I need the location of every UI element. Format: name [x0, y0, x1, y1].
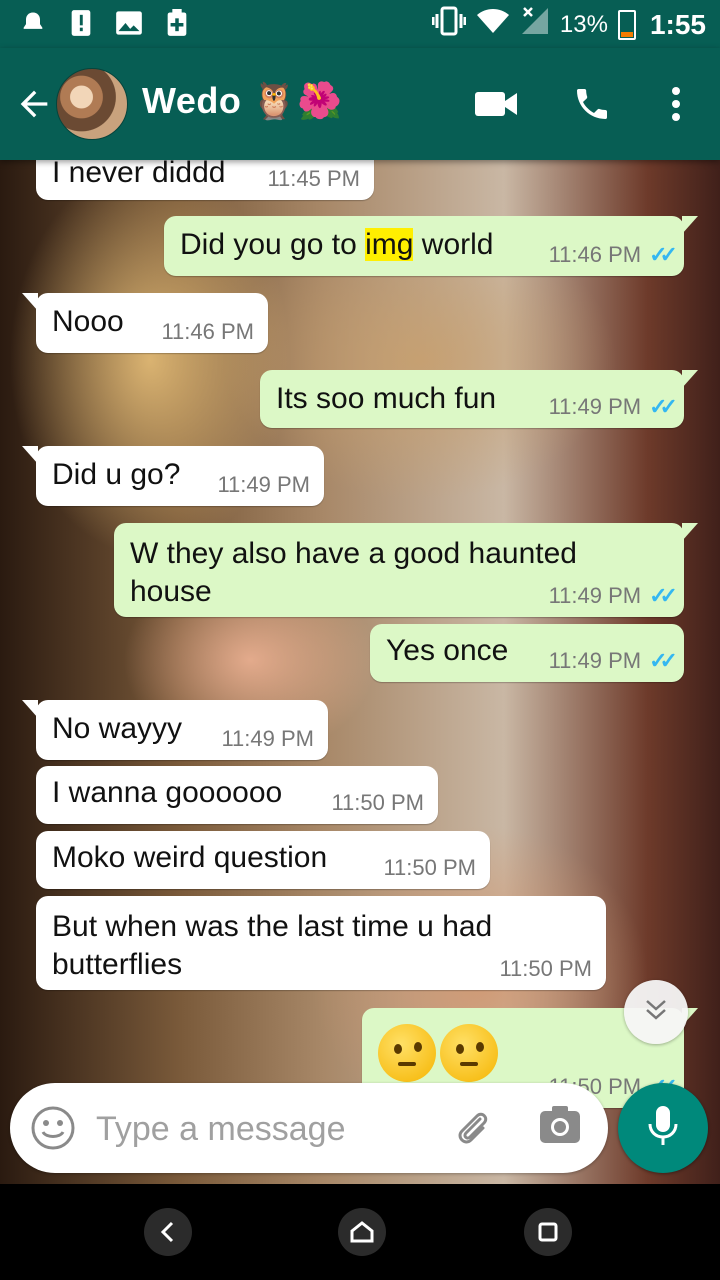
scroll-to-bottom-button[interactable]: [624, 980, 688, 1044]
vibrate-icon: [431, 6, 467, 43]
message-time: 11:50 PM: [499, 956, 592, 981]
paperclip-icon[interactable]: [450, 1105, 498, 1153]
message-time: 11:49 PM: [548, 394, 642, 419]
double-check-icon: ✓✓: [649, 583, 678, 608]
nav-home-icon[interactable]: [338, 1208, 386, 1256]
message-bubble[interactable]: I wanna goooooo 11:50 PM: [36, 766, 438, 824]
battery-icon: [617, 9, 636, 40]
message-time: 11:50 PM: [331, 790, 424, 815]
highlighted-text: img: [365, 228, 414, 261]
signal-icon: [520, 6, 550, 43]
arrow-left-icon[interactable]: [14, 84, 54, 124]
notification-icon: [18, 8, 48, 38]
contact-name[interactable]: Wedo 🦉🌺: [142, 80, 342, 122]
chat-toolbar: Wedo 🦉🌺: [0, 48, 720, 160]
message-bubble[interactable]: W they also have a good haunted house 11…: [114, 523, 698, 617]
message-time: 11:46 PM: [548, 242, 642, 267]
wifi-icon: [476, 7, 510, 42]
status-time: 1:55: [649, 8, 706, 40]
double-check-icon: ✓✓: [649, 242, 678, 267]
message-bubble[interactable]: Nooo 11:46 PM: [22, 293, 268, 353]
message-time: 11:49 PM: [221, 726, 314, 751]
double-chevron-down-icon: [642, 996, 670, 1029]
more-vert-icon[interactable]: [652, 80, 700, 128]
message-bubble[interactable]: Did you go to img world 11:46 PM ✓✓: [164, 216, 698, 276]
thinking-face-icon: [378, 1024, 436, 1082]
message-time: 11:50 PM: [383, 855, 476, 880]
video-call-icon[interactable]: [472, 80, 520, 128]
gallery-icon: [114, 8, 144, 38]
smiley-icon[interactable]: [30, 1105, 76, 1151]
alert-icon: [66, 8, 96, 38]
system-nav-bar: [0, 1184, 720, 1280]
microphone-button[interactable]: [618, 1083, 708, 1173]
message-time: 11:49 PM: [548, 648, 642, 673]
avatar[interactable]: [56, 68, 128, 140]
nav-recents-icon[interactable]: [524, 1208, 572, 1256]
chat-area[interactable]: I never diddd 11:45 PM Did you go to img…: [0, 160, 720, 1184]
health-icon: [162, 8, 192, 38]
nav-back-icon[interactable]: [144, 1208, 192, 1256]
double-check-icon: ✓✓: [649, 394, 678, 419]
phone-icon[interactable]: [568, 80, 616, 128]
message-bubble[interactable]: Did u go? 11:49 PM: [22, 446, 324, 506]
message-bubble[interactable]: I never diddd 11:45 PM: [36, 160, 374, 200]
status-bar: 13% 1:55: [0, 0, 720, 48]
message-bubble[interactable]: Yes once 11:49 PM ✓✓: [370, 624, 684, 682]
message-bubble[interactable]: No wayyy 11:49 PM: [22, 700, 328, 760]
message-time: 11:45 PM: [267, 166, 360, 191]
message-bubble[interactable]: Its soo much fun 11:49 PM ✓✓: [260, 370, 698, 428]
thinking-face-icon: [440, 1024, 498, 1082]
battery-percent: 13%: [559, 10, 608, 38]
message-bubble[interactable]: But when was the last time u had butterf…: [36, 896, 606, 990]
camera-icon[interactable]: [538, 1105, 586, 1153]
double-check-icon: ✓✓: [649, 648, 678, 673]
microphone-icon: [646, 1104, 680, 1153]
message-composer: [10, 1083, 608, 1173]
message-time: 11:46 PM: [161, 319, 254, 344]
message-time: 11:49 PM: [548, 583, 642, 608]
message-input[interactable]: [94, 1099, 438, 1159]
message-bubble[interactable]: Moko weird question 11:50 PM: [36, 831, 490, 889]
message-time: 11:49 PM: [217, 472, 310, 497]
